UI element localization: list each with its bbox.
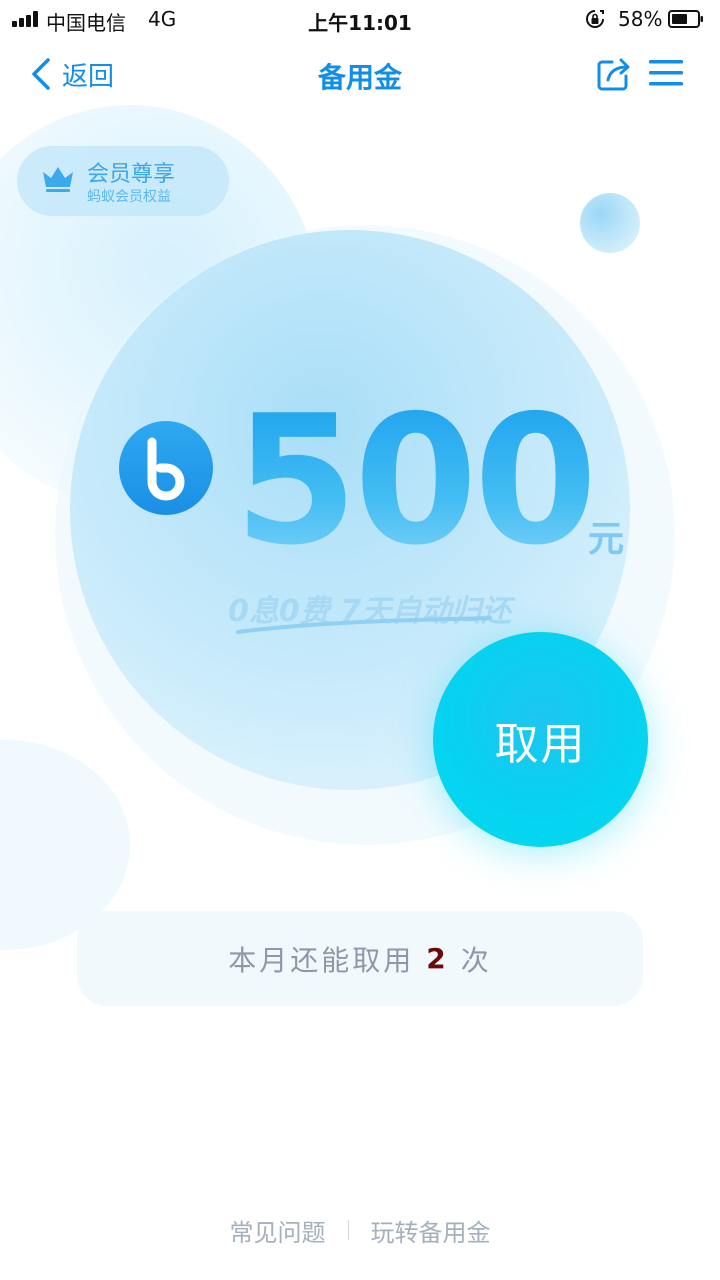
status-bar: 中国电信 4G 上午11:01 58% bbox=[0, 0, 720, 38]
guide-link[interactable]: 玩转备用金 bbox=[371, 1213, 491, 1248]
rotation-lock-icon bbox=[586, 10, 604, 28]
withdraw-label: 取用 bbox=[494, 718, 587, 770]
tagline-underline bbox=[236, 616, 492, 634]
withdraw-button[interactable]: 取用 bbox=[433, 632, 648, 847]
decor-bubble bbox=[580, 193, 640, 253]
footer-links: 常见问题 玩转备用金 bbox=[0, 1210, 720, 1250]
crown-icon bbox=[43, 167, 73, 192]
remaining-uses-banner: 本月还能取用 2 次 bbox=[77, 911, 643, 1006]
member-subtitle: 蚂蚁会员权益 bbox=[87, 189, 171, 205]
b-logo-icon bbox=[119, 421, 213, 515]
nav-bar: 返回 备用金 bbox=[0, 40, 720, 108]
battery-percent: 58% bbox=[618, 7, 663, 31]
remaining-suffix: 次 bbox=[460, 943, 492, 977]
status-time: 上午11:01 bbox=[308, 11, 412, 35]
share-icon[interactable] bbox=[596, 56, 632, 92]
page: 中国电信 4G 上午11:01 58% 返回 备用金 会员尊享 蚂蚁会员权益 5… bbox=[0, 0, 720, 1280]
battery-icon bbox=[668, 10, 703, 28]
faq-link[interactable]: 常见问题 bbox=[230, 1213, 326, 1248]
member-title: 会员尊享 bbox=[87, 162, 176, 187]
amount-value: 500 bbox=[234, 377, 598, 584]
footer-divider bbox=[347, 1220, 349, 1240]
remaining-count: 2 bbox=[426, 942, 449, 975]
remaining-prefix: 本月还能取用 bbox=[228, 943, 415, 977]
amount-unit: 元 bbox=[588, 519, 625, 560]
member-benefits-badge[interactable]: 会员尊享 蚂蚁会员权益 bbox=[17, 146, 229, 216]
hamburger-menu-icon[interactable] bbox=[648, 58, 684, 88]
